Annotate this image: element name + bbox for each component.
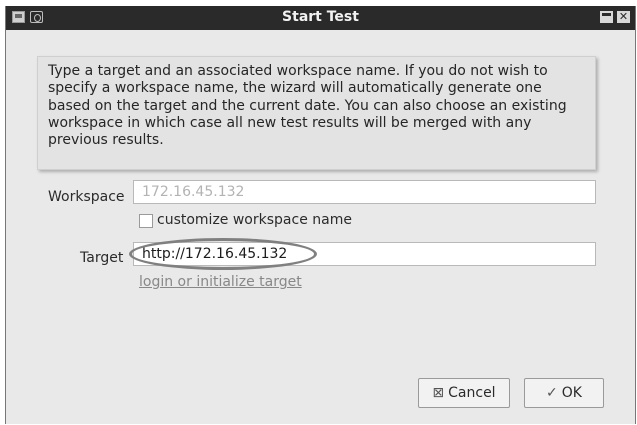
info-panel: Type a target and an associated workspac… xyxy=(37,56,596,170)
ok-button[interactable]: ✓ OK xyxy=(524,378,604,408)
cancel-x-icon: ⊠ xyxy=(432,385,445,401)
window-title: Start Test xyxy=(282,9,359,25)
checkmark-icon: ✓ xyxy=(546,385,558,401)
customize-workspace-checkbox[interactable] xyxy=(139,214,153,228)
customize-workspace-label[interactable]: customize workspace name xyxy=(157,212,352,228)
close-icon[interactable]: ✕ xyxy=(617,11,630,23)
cancel-button[interactable]: ⊠ Cancel xyxy=(418,378,510,408)
cancel-button-label: Cancel xyxy=(448,385,496,401)
workspace-label: Workspace xyxy=(48,189,125,205)
target-input[interactable]: http://172.16.45.132 xyxy=(133,242,596,266)
login-initialize-target-link[interactable]: login or initialize target xyxy=(139,274,302,290)
maximize-icon[interactable] xyxy=(600,11,613,23)
target-label: Target xyxy=(80,250,124,266)
title-bar[interactable]: Start Test ✕ xyxy=(6,6,635,30)
workspace-input[interactable]: 172.16.45.132 xyxy=(133,180,596,204)
ok-button-label: OK xyxy=(561,385,582,401)
